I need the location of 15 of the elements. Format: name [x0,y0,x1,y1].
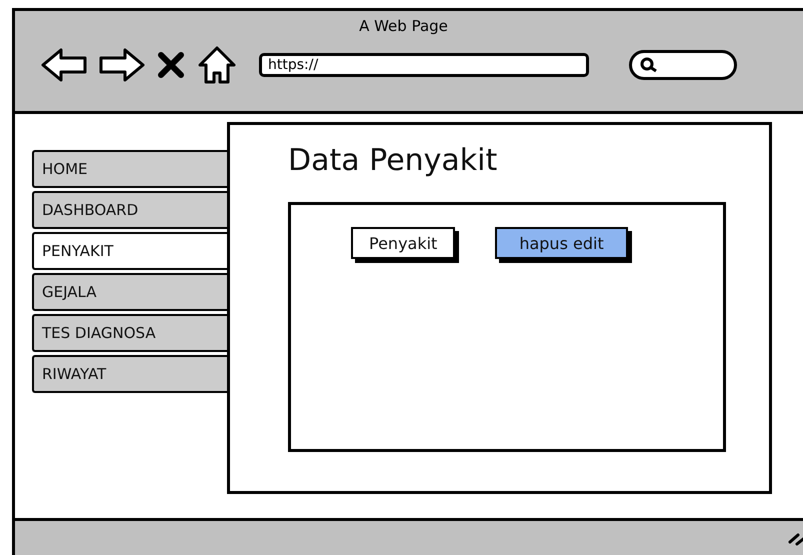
nav-tab[interactable]: GEJALA [32,273,227,311]
back-icon[interactable] [41,47,87,83]
close-icon[interactable] [157,51,185,79]
nav-tab[interactable]: RIWAYAT [32,355,227,393]
forward-icon[interactable] [99,47,145,83]
page-heading: Data Penyakit [288,143,498,178]
nav-tab[interactable]: DASHBOARD [32,191,227,229]
nav-tab[interactable]: HOME [32,150,227,188]
search-icon [640,57,658,73]
window-title: A Web Page [359,17,448,35]
url-field[interactable]: https:// [259,53,589,77]
nav-tab[interactable]: TES DIAGNOSA [32,314,227,352]
search-field[interactable] [629,50,737,80]
home-icon[interactable] [197,45,237,85]
nav-tab[interactable]: PENYAKIT [32,232,227,270]
